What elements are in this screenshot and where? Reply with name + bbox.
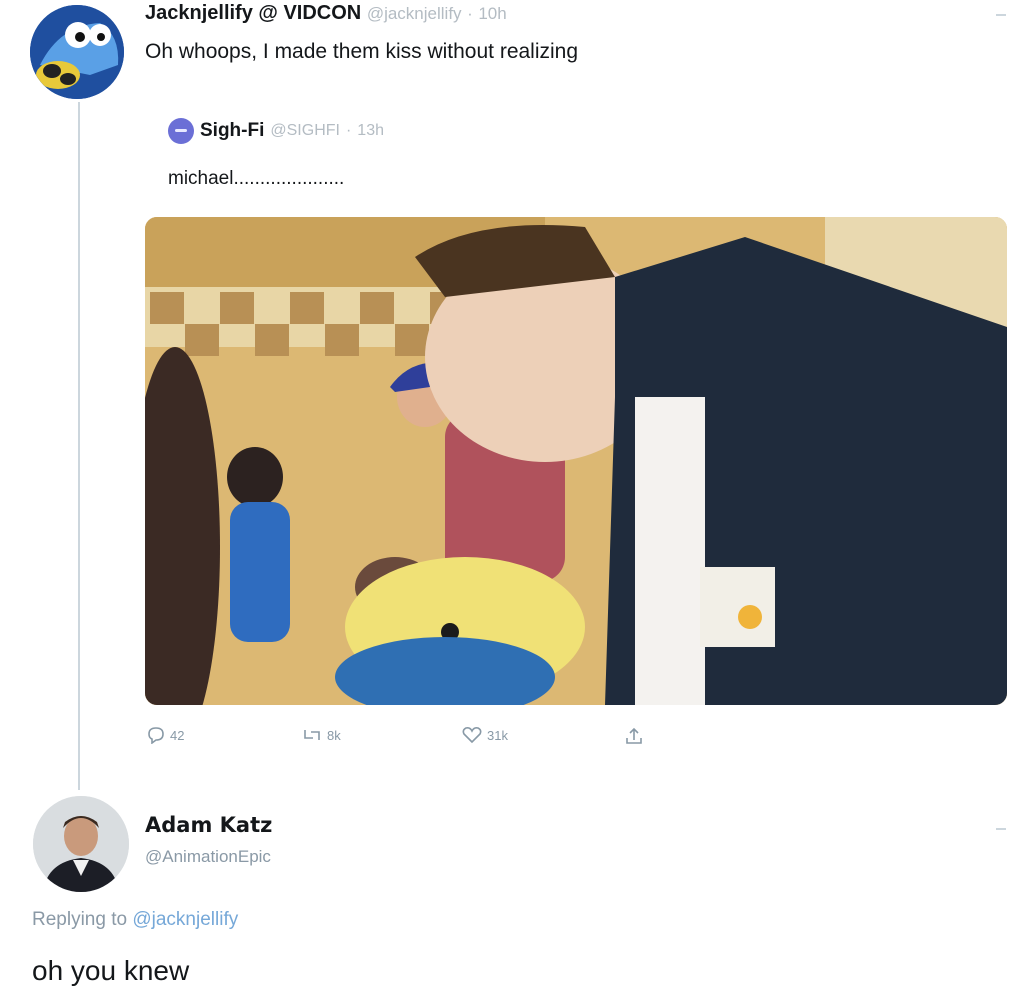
reply-action[interactable]: 42 [146, 726, 184, 744]
quoted-author-handle: @SIGHFI [270, 122, 340, 139]
avatar-illustration [30, 5, 124, 99]
quoted-tweet-time: 13h [357, 122, 384, 139]
reply-text: oh you knew [32, 955, 190, 986]
quoted-author-avatar[interactable] [168, 118, 194, 144]
thread-connector-line [78, 102, 80, 790]
reply-author-name[interactable]: Adam Katz [145, 813, 272, 837]
share-action[interactable] [624, 726, 644, 746]
replying-to-label: Replying to [32, 909, 128, 930]
retweet-action[interactable]: 8k [301, 726, 341, 744]
author-handle[interactable]: @jacknjellify [367, 4, 462, 23]
separator-dot: · [467, 4, 473, 23]
tweet-header: Jacknjellify @ VIDCON @jacknjellify · 10… [145, 2, 507, 25]
author-name[interactable]: Jacknjellify @ VIDCON [145, 2, 361, 24]
reply-author-handle[interactable]: @AnimationEpic [145, 847, 271, 867]
tweet-time[interactable]: 10h [478, 4, 506, 23]
quoted-author-name[interactable]: Sigh-Fi [200, 120, 264, 142]
quoted-tweet-header[interactable]: Sigh-Fi @SIGHFI · 13h [168, 118, 384, 144]
media-photo [145, 217, 1007, 705]
tweet-action-bar: 42 8k 31k [146, 726, 666, 752]
quoted-tweet-text: michael..................... [168, 168, 345, 189]
replying-to-mention-link[interactable]: @jacknjellify [132, 909, 238, 930]
share-icon[interactable] [624, 726, 644, 746]
reply-icon[interactable] [146, 726, 166, 744]
retweet-icon[interactable] [301, 726, 323, 744]
reply-more-chevron-icon[interactable] [996, 828, 1006, 830]
like-action[interactable]: 31k [461, 726, 508, 744]
reply-author-avatar[interactable] [33, 796, 129, 892]
author-avatar[interactable] [30, 5, 124, 99]
heart-icon[interactable] [461, 726, 483, 744]
tweet-text: Oh whoops, I made them kiss without real… [145, 40, 579, 63]
replying-to-line: Replying to @jacknjellify [32, 909, 238, 931]
more-chevron-icon[interactable] [996, 14, 1006, 16]
reply-avatar-photo [33, 796, 129, 892]
tweet-media-image[interactable] [145, 217, 1007, 705]
retweet-count: 8k [327, 727, 341, 743]
separator-dot: · [345, 122, 352, 139]
reply-count: 42 [170, 727, 185, 743]
like-count: 31k [487, 727, 508, 743]
